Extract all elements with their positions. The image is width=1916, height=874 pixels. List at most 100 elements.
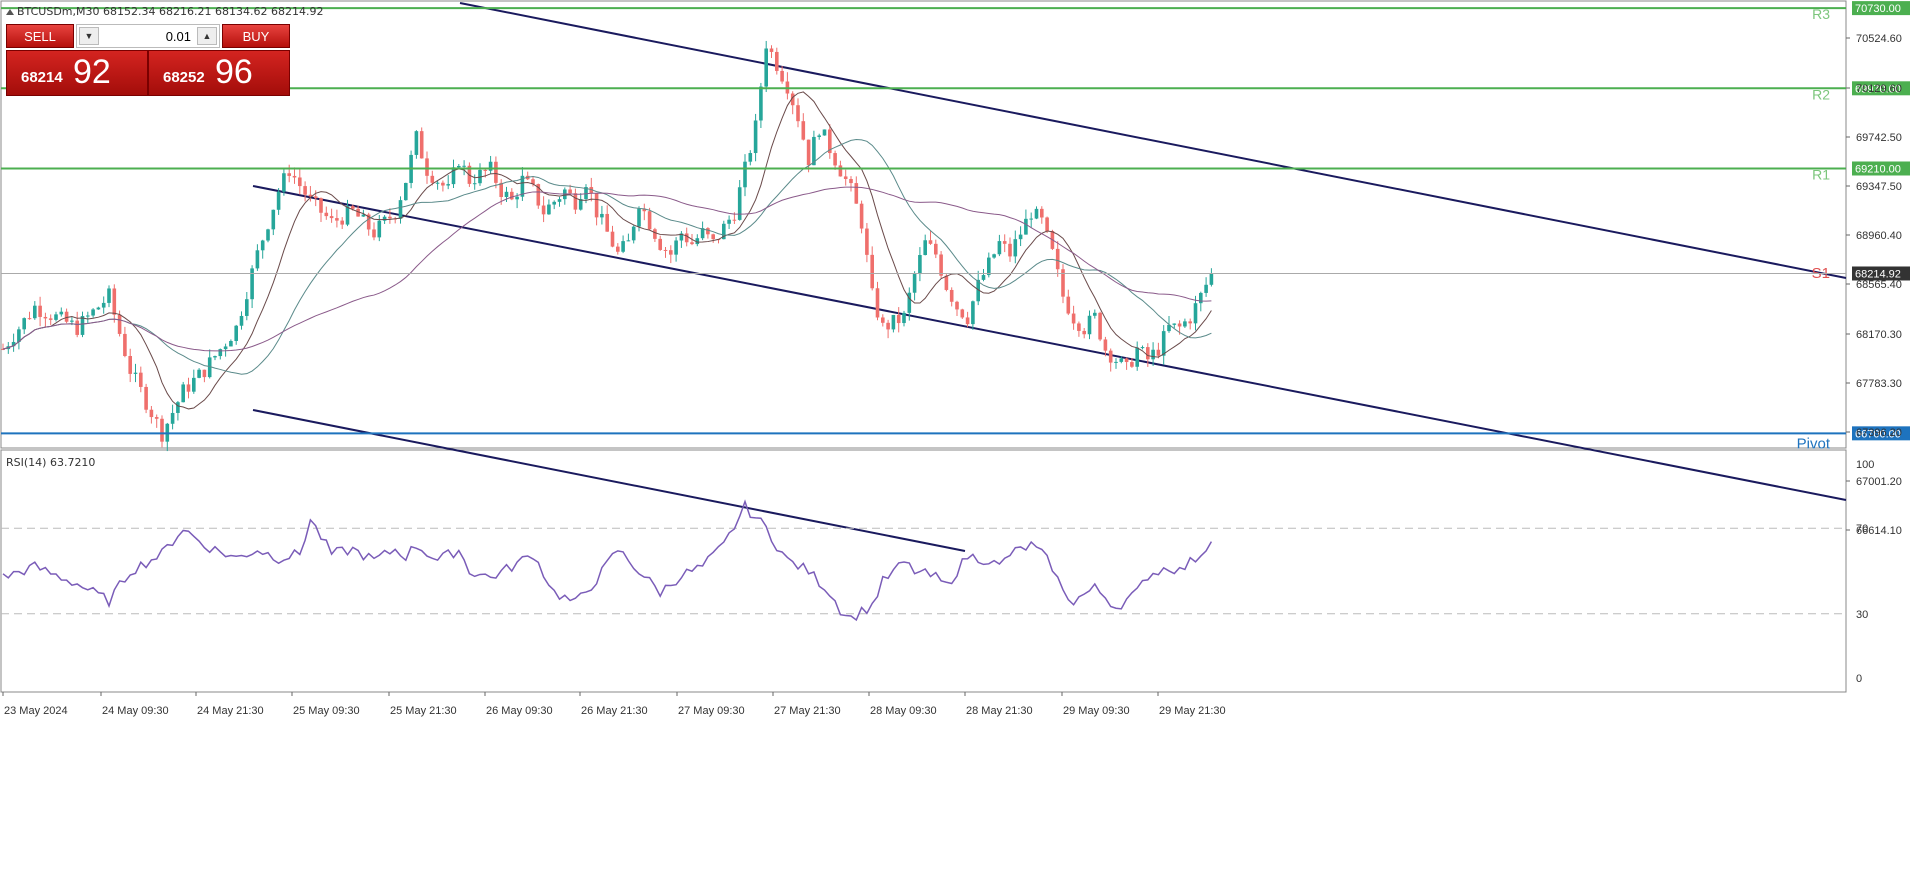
- candle-body: [1193, 303, 1198, 324]
- candle-body: [149, 409, 154, 418]
- candle-body: [605, 213, 609, 232]
- bid-price-main: 68214: [21, 69, 63, 86]
- time-tick-label: 28 May 09:30: [870, 705, 937, 717]
- collapse-triangle-icon[interactable]: [6, 9, 14, 15]
- time-tick-label: 24 May 09:30: [102, 705, 169, 717]
- candle-body: [319, 198, 323, 213]
- candle-body: [1188, 321, 1192, 324]
- candle-body: [154, 417, 159, 419]
- level-r3-price-value: 70730.00: [1855, 3, 1901, 15]
- candle-body: [1199, 292, 1203, 304]
- candle-body: [806, 139, 811, 166]
- candle-body: [382, 216, 387, 221]
- candle-body: [303, 186, 307, 195]
- lot-decrease-icon[interactable]: ▼: [79, 27, 99, 45]
- candle-body: [404, 182, 408, 201]
- candle-body: [997, 241, 1002, 255]
- candle-body: [610, 231, 615, 247]
- candle-body: [843, 176, 848, 180]
- candle-body: [1008, 243, 1012, 257]
- rsi-label: RSI(14) 63.7210: [6, 456, 95, 469]
- candle-body: [547, 204, 551, 215]
- candle-body: [1161, 331, 1166, 356]
- price-tick-label: 68565.40: [1856, 279, 1902, 291]
- candle-body: [59, 311, 64, 315]
- ask-price-box[interactable]: 68252 96: [148, 50, 290, 96]
- candle-body: [1029, 218, 1033, 220]
- candle-body: [626, 240, 631, 242]
- time-tick-label: 24 May 21:30: [197, 705, 264, 717]
- candle-body: [176, 402, 180, 413]
- candle-body: [229, 340, 233, 347]
- candle-body: [737, 187, 742, 220]
- candle-body: [75, 320, 79, 335]
- candle-body: [70, 320, 74, 322]
- candle-body: [101, 302, 106, 308]
- candle-body: [1177, 323, 1182, 327]
- candle-body: [1108, 350, 1113, 363]
- candle-body: [223, 346, 228, 350]
- candle-body: [658, 238, 662, 250]
- candle-body: [472, 183, 477, 185]
- candle-body: [388, 216, 392, 219]
- candle-body: [186, 384, 191, 392]
- candle-body: [684, 233, 689, 243]
- candle-body: [239, 315, 244, 326]
- candle-body: [234, 325, 238, 341]
- rsi-axis-label: 100: [1856, 459, 1874, 471]
- candle-body: [282, 173, 286, 192]
- price-tick-label: 67783.30: [1856, 378, 1902, 390]
- candle-body: [838, 165, 843, 177]
- candle-body: [748, 153, 753, 162]
- candle-body: [1124, 358, 1129, 363]
- level-r2-label: R2: [1812, 86, 1830, 102]
- candle-body: [1018, 234, 1023, 240]
- candle-body: [711, 234, 715, 240]
- lot-size-field[interactable]: ▼ 0.01 ▲: [76, 24, 220, 48]
- candle-body: [849, 179, 853, 184]
- candle-body: [499, 182, 503, 198]
- candle-body: [287, 173, 291, 176]
- candle-body: [298, 177, 302, 187]
- candle-body: [706, 228, 710, 235]
- candle-body: [1034, 208, 1039, 219]
- candle-body: [48, 318, 53, 320]
- candle-body: [372, 229, 376, 238]
- mid-channel-line[interactable]: [252, 185, 1847, 501]
- candle-body: [875, 288, 880, 318]
- candle-body: [266, 229, 270, 241]
- candle-body: [621, 241, 625, 252]
- lot-size-value[interactable]: 0.01: [166, 29, 191, 44]
- upper-channel-line[interactable]: [459, 2, 1847, 279]
- lot-increase-icon[interactable]: ▲: [197, 27, 217, 45]
- buy-button[interactable]: BUY: [222, 24, 290, 48]
- candle-body: [1055, 248, 1060, 270]
- price-tick-label: 68170.30: [1856, 329, 1902, 341]
- candle-body: [1204, 284, 1208, 293]
- candle-body: [1040, 208, 1044, 218]
- trading-chart[interactable]: R3 70730.00R2 69970.00R1 69210.00Pivot66700…: [0, 0, 1916, 874]
- candle-body: [377, 220, 382, 238]
- candle-body: [1151, 349, 1155, 360]
- sell-button[interactable]: SELL: [6, 24, 74, 48]
- candle-body: [1066, 296, 1071, 314]
- candle-body: [801, 121, 806, 140]
- candle-body: [441, 182, 445, 186]
- candle-body: [22, 318, 26, 330]
- time-tick-label: 28 May 21:30: [966, 705, 1033, 717]
- candle-body: [616, 246, 620, 252]
- candle-body: [419, 131, 424, 159]
- candle-body: [955, 301, 959, 310]
- time-tick-label: 25 May 09:30: [293, 705, 360, 717]
- bid-price-pips: 92: [73, 53, 111, 91]
- bid-price-box[interactable]: 68214 92: [6, 50, 148, 96]
- candle-body: [732, 219, 737, 221]
- lower-channel-line[interactable]: [252, 409, 966, 552]
- candle-body: [515, 196, 519, 200]
- price-tick-label: 68960.40: [1856, 230, 1902, 242]
- candle-body: [457, 165, 461, 168]
- candle-body: [86, 315, 90, 317]
- candle-body: [881, 317, 885, 323]
- candle-body: [260, 240, 265, 251]
- candle-body: [38, 305, 42, 317]
